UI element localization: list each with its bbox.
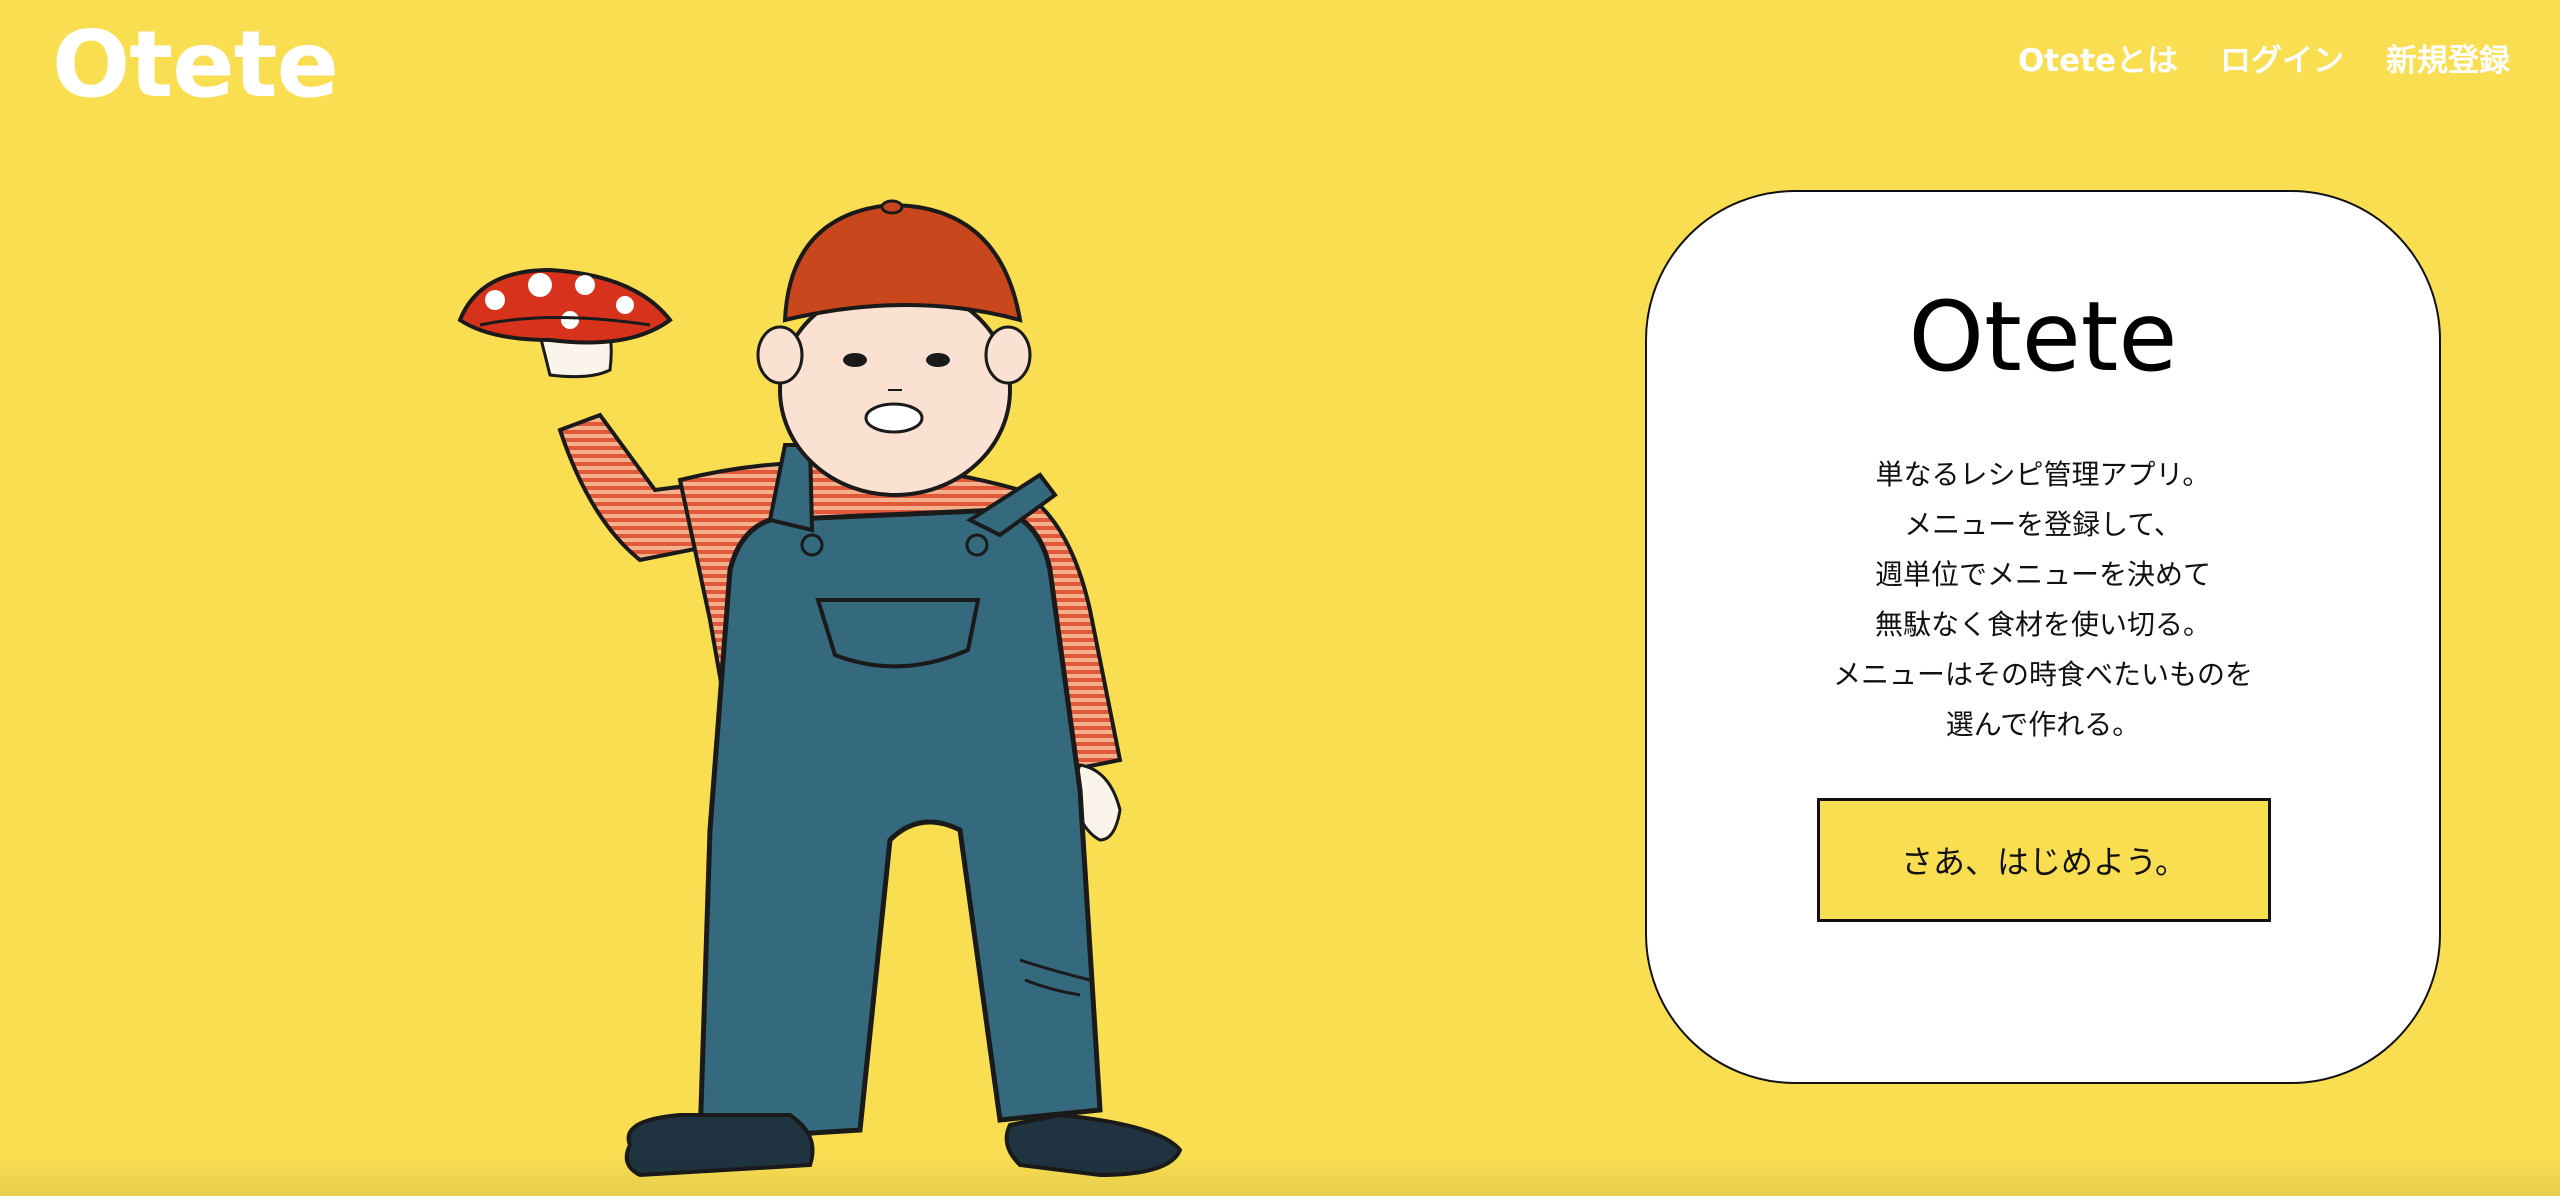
header-nav: Oteteとは ログイン 新規登録	[2018, 36, 2510, 86]
get-started-button[interactable]: さあ、はじめよう。	[1817, 798, 2271, 922]
landing-page: Otete Oteteとは ログイン 新規登録 Otete 単なるレシピ管理アプ…	[0, 0, 2560, 1196]
description-line: 選んで作れる。	[1945, 708, 2141, 741]
nav-signup-link[interactable]: 新規登録	[2386, 36, 2510, 86]
description-line: メニューを登録して、	[1904, 508, 2182, 541]
nav-about-link[interactable]: Oteteとは	[2018, 36, 2178, 86]
description-line: メニューはその時食べたいものを	[1832, 658, 2253, 691]
site-logo[interactable]: Otete	[52, 10, 339, 120]
nav-login-link[interactable]: ログイン	[2220, 36, 2344, 86]
bottom-shadow	[0, 1156, 2560, 1196]
card-title: Otete	[1908, 281, 2178, 393]
card-description: 単なるレシピ管理アプリ。 メニューを登録して、 週単位でメニューを決めて 無駄な…	[1647, 450, 2439, 750]
description-line: 週単位でメニューを決めて	[1874, 558, 2211, 591]
description-line: 単なるレシピ管理アプリ。	[1875, 458, 2211, 491]
site-header: Otete Oteteとは ログイン 新規登録	[0, 0, 2560, 130]
intro-card: Otete 単なるレシピ管理アプリ。 メニューを登録して、 週単位でメニューを決…	[1645, 190, 2441, 1084]
description-line: 無駄なく食材を使い切る。	[1874, 608, 2211, 641]
child-holding-mushroom-illustration	[457, 199, 1183, 1178]
